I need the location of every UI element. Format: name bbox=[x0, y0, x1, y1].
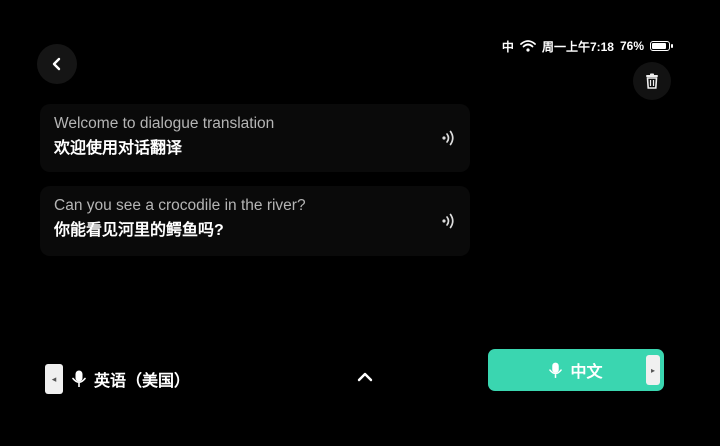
source-text: Welcome to dialogue translation bbox=[54, 115, 275, 132]
chevron-left-icon bbox=[52, 57, 61, 71]
chevron-left-small-icon: ◂ bbox=[51, 373, 57, 384]
translation-message[interactable]: Welcome to dialogue translation 欢迎使用对话翻译 bbox=[40, 104, 470, 172]
microphone-icon bbox=[72, 370, 86, 387]
ime-indicator: 中 bbox=[501, 39, 514, 54]
source-language-button[interactable]: 英语（美国） bbox=[72, 367, 190, 391]
microphone-icon bbox=[549, 362, 563, 378]
source-language-label: 英语（美国） bbox=[94, 373, 191, 390]
bottom-bar: ◂ 英语（美国） 中文 ▸ bbox=[0, 340, 720, 420]
translated-text: 欢迎使用对话翻译 bbox=[54, 140, 183, 157]
translated-text: 你能看见河里的鳄鱼吗? bbox=[54, 222, 224, 239]
back-button[interactable] bbox=[37, 44, 77, 84]
translation-message[interactable]: Can you see a crocodile in the river? 你能… bbox=[40, 186, 470, 256]
right-side-tab[interactable]: ▸ bbox=[646, 355, 660, 385]
battery-icon bbox=[650, 41, 673, 51]
chevron-up-icon bbox=[357, 372, 373, 382]
speaker-icon[interactable] bbox=[440, 212, 458, 230]
target-language-label: 中文 bbox=[570, 364, 603, 381]
status-bar: 中 周一上午7:18 76% bbox=[501, 36, 673, 56]
trash-icon bbox=[646, 73, 658, 89]
clear-history-button[interactable] bbox=[633, 62, 671, 100]
expand-button[interactable] bbox=[353, 365, 377, 389]
chevron-right-small-icon: ▸ bbox=[650, 365, 655, 375]
speaker-icon[interactable] bbox=[440, 129, 458, 147]
wifi-icon bbox=[520, 40, 536, 52]
left-side-tab[interactable]: ◂ bbox=[45, 364, 63, 394]
target-language-speak-button[interactable]: 中文 ▸ bbox=[488, 349, 664, 391]
battery-percent: 76% bbox=[619, 39, 644, 53]
clock: 周一上午7:18 bbox=[541, 39, 614, 54]
source-text: Can you see a crocodile in the river? bbox=[54, 197, 306, 214]
